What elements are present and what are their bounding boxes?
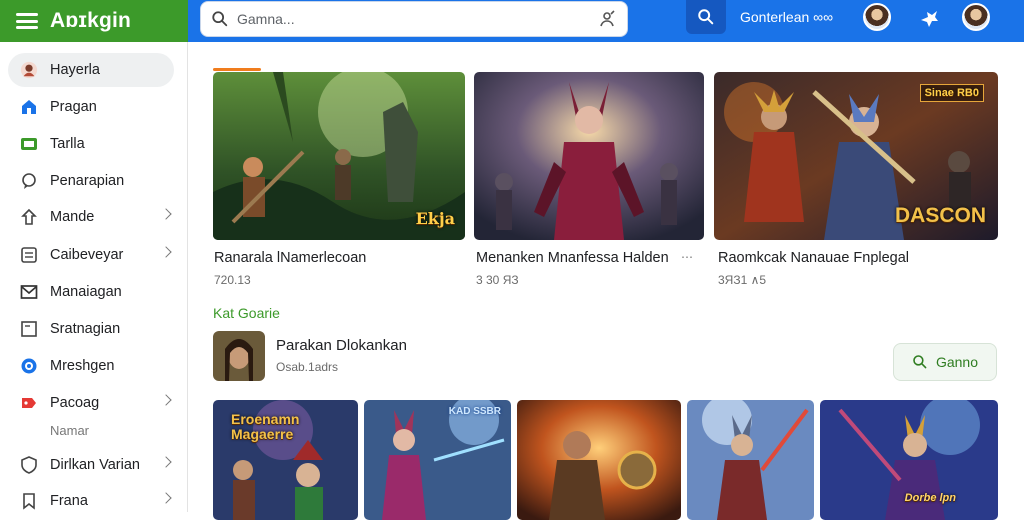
app-title: Aɒɪkgin [50,9,132,32]
search-icon [212,11,228,27]
sidebar-item-home[interactable]: Pragan [8,90,174,124]
sidebar-item-chat[interactable]: Penarapian [8,164,174,198]
sidebar-item-mail[interactable]: Manaiagan [8,275,174,309]
search-icon [698,9,714,25]
game-tile-4[interactable] [687,400,814,520]
header-bar: Gonterlean ∞∞ [188,0,1024,42]
list-icon [20,246,38,264]
recommendation-subtitle: Osab.1adrs [276,360,339,374]
game-logo: DASCON [894,204,986,227]
account-avatar[interactable] [962,3,990,31]
sidebar-item-label: Caibeveyar [50,247,124,263]
hero-card-1[interactable]: Ekja [213,72,465,240]
game-logo: Ekja [415,209,455,228]
game-thumbnail [364,400,511,520]
top-nav-link[interactable]: Gonterlean ∞∞ [740,9,833,25]
game-tile-3[interactable] [517,400,681,520]
chevron-right-icon[interactable] [160,208,172,220]
sidebar-item-label: Mreshgen [50,358,115,374]
game-tile-1[interactable]: Eroenamn Magaerre [213,400,358,520]
game-thumbnail [474,72,704,240]
game-badge: Sinae RB0 [919,84,984,102]
sidebar-item-upload[interactable]: Mande [8,200,174,234]
hero-title[interactable]: Ranarala lNamerlecoan [214,250,366,266]
hero-meta: 3 30 ЯЗ [476,273,519,287]
hero-card-3[interactable]: Sinae RB0 DASCON [714,72,998,240]
chevron-right-icon[interactable] [160,246,172,258]
sidebar-item-label: Manaiagan [50,284,122,300]
section-accent-bar [213,68,261,71]
search-icon [913,355,927,369]
sidebar-item-profile[interactable]: Hayerla [8,53,174,87]
search-box[interactable] [200,1,628,37]
sidebar-item-window[interactable]: Sratnagian [8,312,174,346]
bookmark-icon [20,492,38,510]
profile-avatar[interactable] [863,3,891,31]
hero-title[interactable]: Raomkcak Nanauae Fnplegal [718,250,909,266]
search-button[interactable] [686,0,726,34]
hero-meta: 3ЯЗ1 ∧5 [718,273,767,287]
chevron-right-icon[interactable] [160,492,172,504]
extensions-icon[interactable] [918,8,940,30]
sidebar-item-circle[interactable]: Mreshgen [8,349,174,383]
game-badge: KAD SSBR [448,406,501,417]
sidebar-item-label: Hayerla [50,62,100,78]
search-input[interactable] [237,11,597,27]
game-logo: Dorbe lpn [904,492,956,504]
brand: Aɒɪkgin [0,0,188,42]
sidebar-item-label: Sratnagian [50,321,121,337]
top-bar: Aɒɪkgin Gonterlean ∞∞ [0,0,1024,42]
tag-icon [20,394,38,412]
sidebar-item-label: Penarapian [50,173,125,189]
recommendation-button[interactable]: Ganno [893,343,997,381]
recommendation-title[interactable]: Parakan Dlokankan [276,337,407,354]
shield-icon [20,456,38,474]
menu-icon[interactable] [16,13,38,29]
button-label: Ganno [935,354,979,370]
hero-card-2[interactable] [474,72,704,240]
sidebar-item-label: Pacoag [50,395,100,411]
game-icon [213,331,265,381]
sidebar-item-label: Frana [50,493,88,509]
sidebar-item-label: Pragan [50,99,97,115]
chat-icon [20,172,38,190]
chevron-right-icon[interactable] [160,394,172,406]
sidebar-item-tag[interactable]: Pacoag [8,386,174,420]
game-tile-2[interactable]: KAD SSBR [364,400,511,520]
sidebar-item-label: Dirlkan Varian [50,457,140,473]
sidebar-item-label: Tarlla [50,136,85,152]
circle-icon [20,357,38,375]
game-thumbnail [517,400,681,520]
game-thumbnail [687,400,814,520]
hero-title[interactable]: Menanken Mnanfessa Halden [476,250,669,266]
hero-meta: 720.13 [214,273,251,287]
sidebar-item-label: Mande [50,209,95,225]
home-icon [20,98,38,116]
sidebar-item-tv[interactable]: Tarlla [8,127,174,161]
more-icon[interactable]: ⋯ [681,250,693,264]
sidebar-item-shield[interactable]: Dirlkan Varian [8,448,174,482]
upload-icon [20,208,38,226]
mail-icon [20,283,38,301]
sidebar-item-list[interactable]: Caibeveyar [8,238,174,272]
game-logo: Eroenamn Magaerre [231,411,300,442]
game-tile-5[interactable]: Dorbe lpn [820,400,998,520]
window-icon [20,320,38,338]
sidebar-sub-label: Namar [50,423,90,438]
voice-search-icon[interactable] [597,9,617,29]
tv-icon [20,135,38,153]
sidebar-item-bookmark[interactable]: Frana [8,484,174,518]
avatar [20,61,38,79]
sidebar: Hayerla Pragan Tarlla Penarapian Mande C… [0,42,188,512]
section-title: Kat Goarie [213,305,280,321]
chevron-right-icon[interactable] [160,456,172,468]
recommendation-thumbnail[interactable] [213,331,265,381]
